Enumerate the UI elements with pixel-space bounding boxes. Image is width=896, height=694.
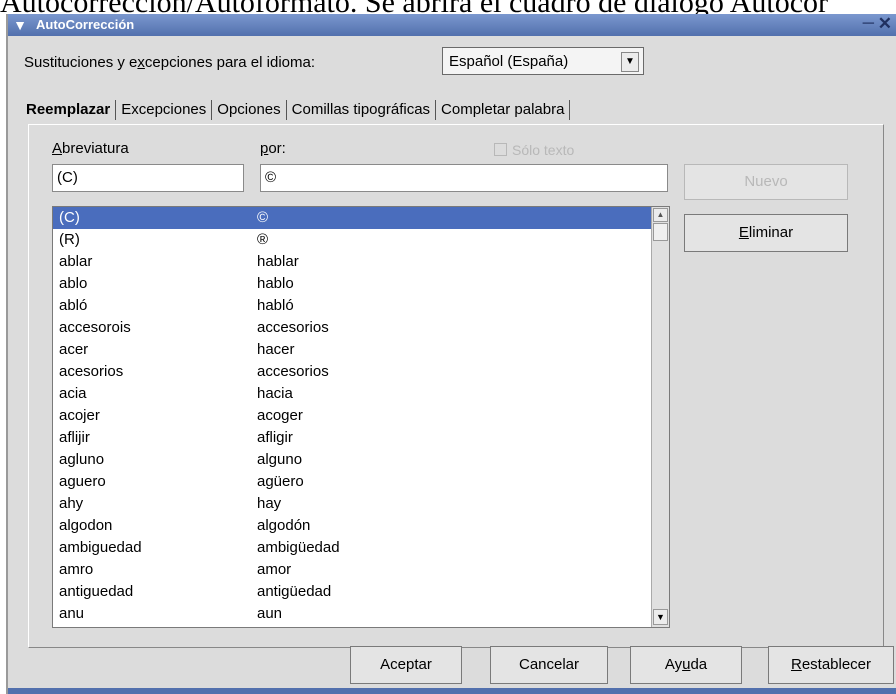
- list-item[interactable]: amro amor: [53, 559, 669, 581]
- language-label: Sustituciones y excepciones para el idio…: [24, 54, 316, 71]
- entry-abbreviation: antiguedad: [59, 583, 134, 600]
- entry-replacement: acoger: [257, 407, 303, 424]
- list-item[interactable]: ahy hay: [53, 493, 669, 515]
- entry-replacement: afligir: [257, 429, 293, 446]
- entry-abbreviation: algodon: [59, 517, 113, 534]
- language-select[interactable]: Español (España) ▼: [442, 47, 644, 75]
- entry-abbreviation: agluno: [59, 451, 105, 468]
- entry-replacement: habló: [257, 297, 294, 314]
- list-item[interactable]: ablo hablo: [53, 273, 669, 295]
- chevron-down-icon[interactable]: ▼: [621, 52, 639, 72]
- cancel-button[interactable]: Cancelar: [490, 646, 608, 684]
- tab-divider: [115, 100, 117, 121]
- minimize-icon[interactable]: ─: [863, 16, 874, 32]
- entry-replacement: agüero: [257, 473, 304, 490]
- list-item[interactable]: accesorois accesorios: [53, 317, 669, 339]
- entry-replacement: accesorios: [257, 319, 329, 336]
- entry-replacement: accesorios: [257, 363, 329, 380]
- list-item[interactable]: acojer acoger: [53, 405, 669, 427]
- close-icon[interactable]: ✕: [878, 15, 892, 32]
- entry-replacement: alguno: [257, 451, 303, 468]
- entry-replacement: hacer: [257, 341, 295, 358]
- entry-replacement: hacia: [257, 385, 293, 402]
- entry-abbreviation: ahy: [59, 495, 84, 512]
- tab-divider: [435, 100, 437, 121]
- replacement-label: por:: [260, 140, 286, 157]
- list-item[interactable]: ablar hablar: [53, 251, 669, 273]
- list-item[interactable]: acesorios accesorios: [53, 361, 669, 383]
- list-rows: (C) © (R) ® ablar hablar ablo hablo abló habló acc…: [53, 207, 669, 625]
- entry-replacement: amor: [257, 561, 292, 578]
- entry-abbreviation: abló: [59, 297, 88, 314]
- scroll-up-icon[interactable]: ▲: [653, 208, 668, 222]
- text-only-checkbox[interactable]: Sólo texto: [494, 142, 574, 158]
- window-menu-icon[interactable]: ▼: [12, 17, 28, 33]
- tab-exceptions[interactable]: Excepciones: [117, 98, 210, 122]
- entry-abbreviation: anu: [59, 605, 85, 622]
- entry-replacement: hablo: [257, 275, 294, 292]
- entry-abbreviation: (C): [59, 209, 80, 226]
- abbreviation-input[interactable]: (C): [52, 164, 244, 192]
- entry-abbreviation: acojer: [59, 407, 100, 424]
- delete-button[interactable]: Eliminar: [684, 214, 848, 252]
- tab-divider: [211, 100, 213, 121]
- entry-replacement: hablar: [257, 253, 299, 270]
- entry-abbreviation: accesorois: [59, 319, 131, 336]
- entry-abbreviation: acia: [59, 385, 87, 402]
- entry-replacement: ©: [257, 209, 269, 226]
- replacement-input[interactable]: ©: [260, 164, 668, 192]
- list-item[interactable]: (R) ®: [53, 229, 669, 251]
- entry-replacement: algodón: [257, 517, 311, 534]
- language-value: Español (España): [449, 53, 569, 70]
- list-item[interactable]: aflijir afligir: [53, 427, 669, 449]
- entry-abbreviation: acesorios: [59, 363, 124, 380]
- entry-replacement: ambigüedad: [257, 539, 340, 556]
- list-item[interactable]: anu aun: [53, 603, 669, 625]
- list-item[interactable]: antiguedad antigüedad: [53, 581, 669, 603]
- entry-replacement: hay: [257, 495, 282, 512]
- autocorrect-dialog: ▼ AutoCorrección ─ ✕ Sustituciones y exc…: [6, 14, 896, 694]
- entry-replacement: ®: [257, 231, 269, 248]
- checkbox-icon: [494, 143, 507, 156]
- tab-bar: Reemplazar Excepciones Opciones Comillas ti…: [22, 98, 571, 124]
- entry-abbreviation: aguero: [59, 473, 106, 490]
- tab-word-completion[interactable]: Completar palabra: [437, 98, 568, 122]
- abbreviation-label: Abreviatura: [52, 140, 129, 157]
- window-title: AutoCorrección: [36, 17, 135, 32]
- list-item[interactable]: acer hacer: [53, 339, 669, 361]
- entry-abbreviation: amro: [59, 561, 94, 578]
- entry-abbreviation: acer: [59, 341, 89, 358]
- list-item[interactable]: agluno alguno: [53, 449, 669, 471]
- title-bar[interactable]: ▼ AutoCorrección ─ ✕: [8, 14, 896, 36]
- list-item[interactable]: abló habló: [53, 295, 669, 317]
- scroll-down-icon[interactable]: ▼: [653, 609, 668, 625]
- entry-replacement: antigüedad: [257, 583, 332, 600]
- list-item[interactable]: algodon algodón: [53, 515, 669, 537]
- window-bottom-edge: [8, 688, 896, 694]
- entry-replacement: aun: [257, 605, 283, 622]
- replacement-list[interactable]: (C) © (R) ® ablar hablar ablo hablo abló habló acc…: [52, 206, 670, 628]
- tab-replace[interactable]: Reemplazar: [22, 98, 114, 122]
- reset-button[interactable]: Restablecer: [768, 646, 894, 684]
- list-item[interactable]: (C) ©: [53, 207, 669, 229]
- tab-options[interactable]: Opciones: [213, 98, 284, 122]
- tab-divider: [285, 100, 287, 121]
- ok-button[interactable]: Aceptar: [350, 646, 462, 684]
- entry-abbreviation: ablo: [59, 275, 88, 292]
- help-button[interactable]: Ayuda: [630, 646, 742, 684]
- entry-abbreviation: ablar: [59, 253, 93, 270]
- entry-abbreviation: ambiguedad: [59, 539, 142, 556]
- new-button[interactable]: Nuevo: [684, 164, 848, 200]
- tab-divider: [569, 100, 571, 121]
- tab-quotes[interactable]: Comillas tipográficas: [288, 98, 434, 122]
- list-scrollbar[interactable]: ▲ ▼: [651, 207, 669, 627]
- list-item[interactable]: acia hacia: [53, 383, 669, 405]
- scroll-thumb[interactable]: [653, 223, 668, 241]
- list-item[interactable]: aguero agüero: [53, 471, 669, 493]
- list-item[interactable]: ambiguedad ambigüedad: [53, 537, 669, 559]
- entry-abbreviation: (R): [59, 231, 80, 248]
- entry-abbreviation: aflijir: [59, 429, 90, 446]
